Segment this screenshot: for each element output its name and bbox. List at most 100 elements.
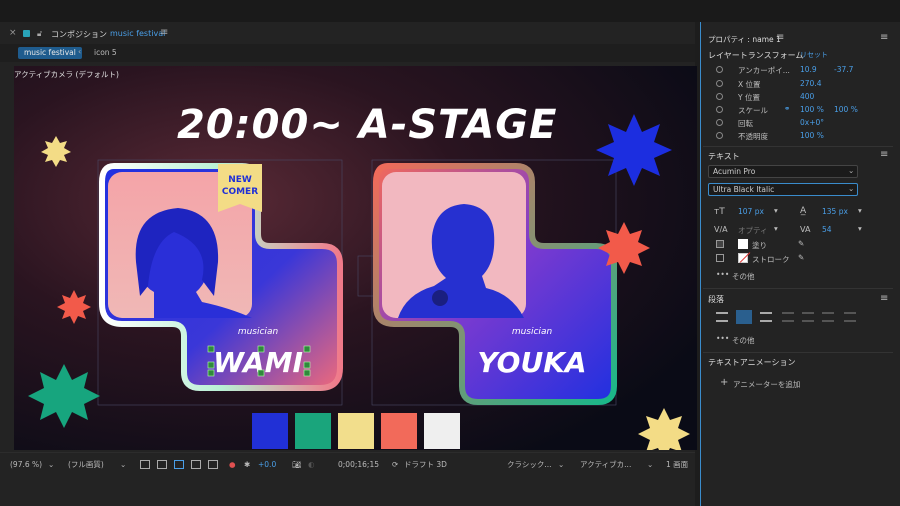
font-style-dropdown[interactable]: Ultra Black Italic [708, 183, 858, 196]
add-icon[interactable]: + [720, 377, 728, 388]
kerning-chevron-icon[interactable]: ▾ [774, 224, 778, 233]
draft-3d-toggle[interactable]: ドラフト 3D [404, 458, 447, 472]
leading-value[interactable]: 135 px [822, 207, 848, 216]
transparency-icon[interactable] [208, 460, 218, 469]
card-youka-role: musician [512, 327, 553, 337]
stopwatch-icon[interactable] [716, 132, 723, 139]
prop-value-anchor-y[interactable]: -37.7 [834, 65, 853, 74]
camera-dropdown[interactable]: アクティブカ... [580, 458, 631, 472]
composition-viewport[interactable]: 20:00~ A-STAGE NEW COMER musician WAMI m… [14, 66, 697, 450]
views-dropdown[interactable]: 1 画面 [666, 458, 688, 472]
font-chevron-icon[interactable]: ⌄ [848, 166, 854, 175]
more-options-icon[interactable]: ••• [716, 270, 729, 279]
justify-center-icon[interactable] [802, 312, 814, 322]
prop-value-anchor-x[interactable]: 10.9 [800, 65, 817, 74]
justify-right-icon[interactable] [822, 312, 834, 322]
tab-icon-5[interactable]: icon 5 [88, 47, 123, 59]
scale-link-icon[interactable]: ⚭ [784, 104, 790, 113]
show-snapshot-icon[interactable]: ◐ [308, 458, 315, 472]
align-right-icon[interactable] [760, 312, 772, 322]
zoom-chevron-icon[interactable]: ⌄ [48, 458, 54, 472]
color-swatch[interactable] [424, 413, 460, 449]
zoom-dropdown[interactable]: (97.6 %) [10, 458, 42, 472]
tab-arrow-icon[interactable]: ‹ [78, 47, 81, 56]
renderer-chevron-icon[interactable]: ⌄ [558, 458, 564, 472]
prop-label-y-position: Y 位置 [738, 93, 760, 102]
renderer-dropdown[interactable]: クラシック... [507, 458, 552, 472]
align-center-icon[interactable] [736, 310, 752, 324]
paragraph-section-label: 段落 [708, 295, 724, 304]
comp-lock-icon[interactable]: 🔓︎ [37, 29, 42, 39]
paragraph-menu-icon[interactable]: ≡ [880, 293, 888, 304]
kerning-value[interactable]: オプティ [738, 225, 768, 236]
region-icon[interactable] [191, 460, 201, 469]
eyedropper-icon[interactable]: ✎ [798, 253, 804, 262]
color-swatch[interactable] [295, 413, 331, 449]
properties-menu-icon[interactable]: ≡ [776, 32, 784, 43]
leading-icon: A͏̲ [800, 206, 807, 216]
quality-chevron-icon[interactable]: ⌄ [120, 458, 126, 472]
starburst-red-left[interactable] [57, 290, 91, 324]
prop-value-scale-y[interactable]: 100 % [834, 105, 858, 114]
comp-name-link[interactable]: music festival [110, 29, 165, 38]
grid-icon[interactable] [157, 460, 167, 469]
app-top-strip [0, 0, 900, 22]
draft-3d-icon[interactable]: ⟳ [392, 458, 398, 472]
fill-swatch[interactable] [738, 239, 748, 249]
timecode[interactable]: 0;00;16;15 [338, 458, 379, 472]
exposure-reset-icon[interactable]: ✱ [244, 458, 250, 472]
composition-canvas[interactable]: 20:00~ A-STAGE NEW COMER musician WAMI m… [14, 66, 697, 450]
prop-value-x-position[interactable]: 270.4 [800, 79, 821, 88]
prop-value-y-position[interactable]: 400 [800, 92, 814, 101]
safe-margins-icon[interactable] [140, 460, 150, 469]
style-chevron-icon[interactable]: ⌄ [848, 184, 854, 193]
channel-icon[interactable]: ● [229, 458, 236, 472]
prop-value-rotation[interactable]: 0x+0° [800, 118, 824, 127]
stopwatch-icon[interactable] [716, 106, 723, 113]
font-size-value[interactable]: 107 px [738, 207, 764, 216]
card-youka-name[interactable]: YOUKA [477, 346, 586, 379]
font-family-dropdown[interactable]: Acumin Pro [708, 165, 858, 178]
properties-menu-icon-right[interactable]: ≡ [880, 32, 888, 43]
stopwatch-icon[interactable] [716, 119, 723, 126]
justify-all-icon[interactable] [844, 312, 856, 322]
snapshot-icon[interactable]: 📷︎ [292, 458, 302, 472]
transform-reset-link[interactable]: リセット [800, 50, 828, 60]
stroke-checkbox[interactable] [716, 254, 724, 262]
text-menu-icon[interactable]: ≡ [880, 149, 888, 160]
color-swatch[interactable] [338, 413, 374, 449]
prop-label-scale: スケール [738, 106, 768, 115]
color-swatch[interactable] [252, 413, 288, 449]
justify-left-icon[interactable] [782, 312, 794, 322]
exposure-value[interactable]: +0.0 [258, 458, 276, 472]
font-size-chevron-icon[interactable]: ▾ [774, 206, 778, 215]
panel-menu-icon[interactable]: ≡ [160, 27, 168, 38]
text-more-link[interactable]: その他 [732, 271, 755, 282]
youka-earring [432, 290, 448, 306]
tracking-chevron-icon[interactable]: ▾ [858, 224, 862, 233]
stopwatch-icon[interactable] [716, 80, 723, 87]
tab-music-festival[interactable]: music festival [18, 47, 82, 59]
close-icon[interactable]: × [9, 28, 17, 38]
stroke-label: ストローク [752, 255, 790, 264]
camera-label: アクティブカメラ (デフォルト) [14, 70, 119, 79]
align-left-icon[interactable] [716, 312, 728, 322]
leading-chevron-icon[interactable]: ▾ [858, 206, 862, 215]
quality-dropdown[interactable]: (フル画質) [68, 458, 104, 472]
tracking-value[interactable]: 54 [822, 225, 832, 234]
color-swatch[interactable] [381, 413, 417, 449]
stopwatch-icon[interactable] [716, 66, 723, 73]
lock-icon[interactable] [23, 30, 30, 37]
camera-chevron-icon[interactable]: ⌄ [647, 458, 653, 472]
fill-checkbox[interactable] [716, 240, 724, 248]
stopwatch-icon[interactable] [716, 93, 723, 100]
more-options-icon[interactable]: ••• [716, 334, 729, 343]
prop-label-x-position: X 位置 [738, 80, 761, 89]
prop-value-scale-x[interactable]: 100 % [800, 105, 824, 114]
add-animator-button[interactable]: アニメーターを追加 [733, 379, 800, 390]
prop-value-opacity[interactable]: 100 % [800, 131, 824, 140]
mask-icon[interactable] [174, 460, 184, 469]
eyedropper-icon[interactable]: ✎ [798, 239, 804, 248]
headline[interactable]: 20:00~ A-STAGE [177, 102, 557, 148]
paragraph-more-link[interactable]: その他 [732, 335, 755, 346]
